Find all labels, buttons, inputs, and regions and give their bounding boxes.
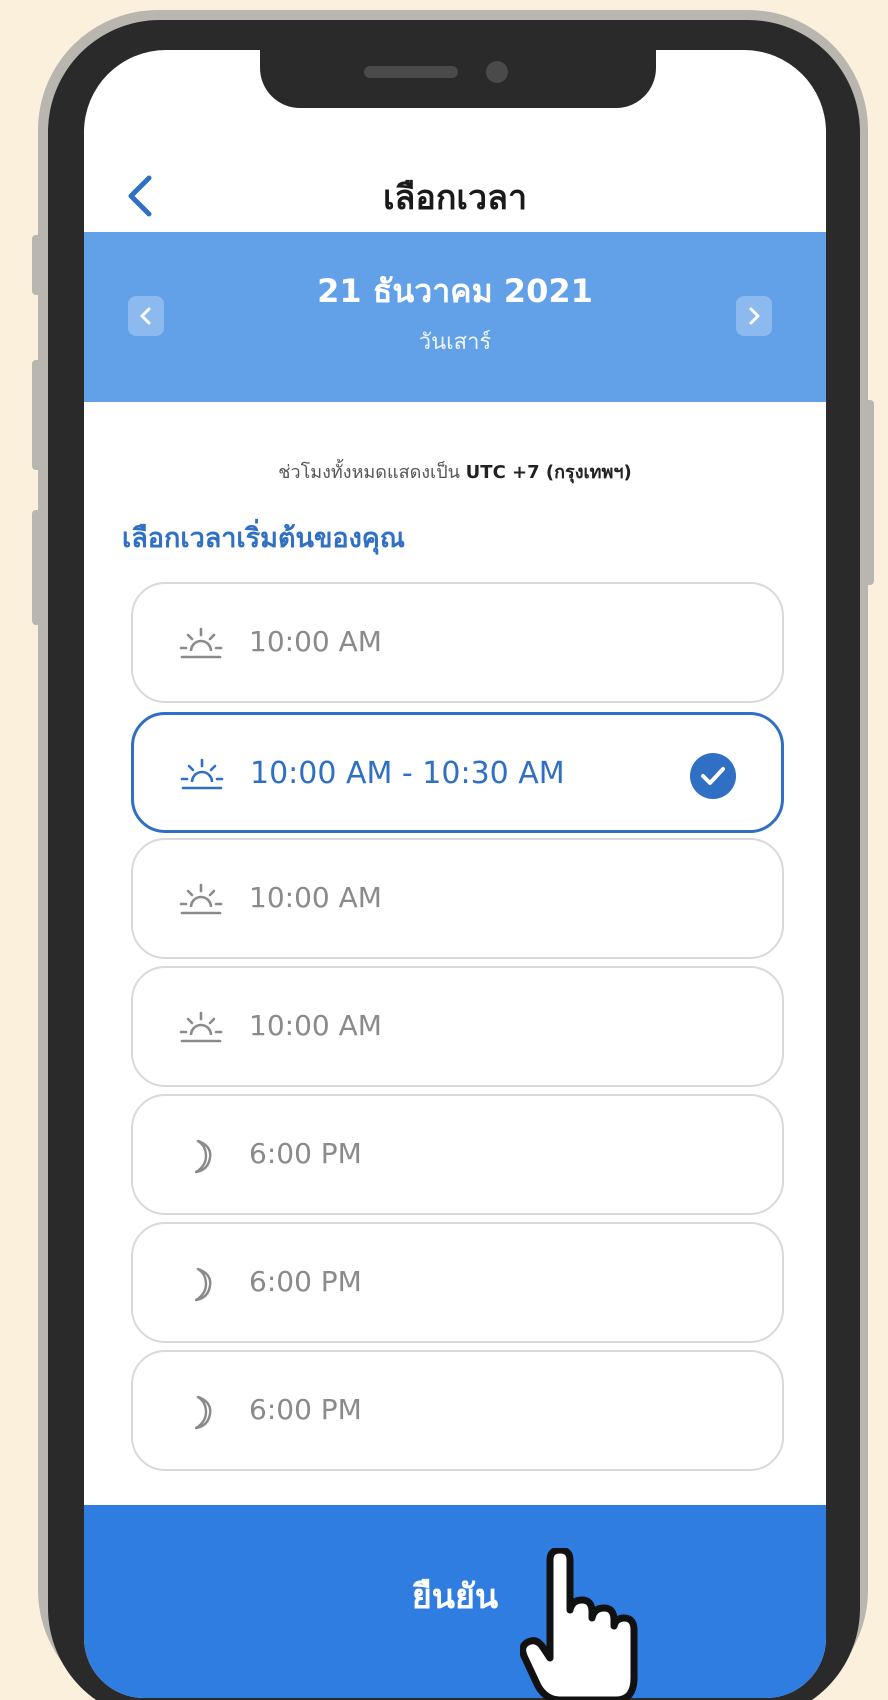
phone-side-button xyxy=(32,235,42,295)
time-slot[interactable]: 10:00 AM - 10:30 AM xyxy=(131,712,784,833)
timezone-value: UTC +7 (กรุงเทพฯ) xyxy=(465,462,632,483)
next-date-button[interactable] xyxy=(736,296,772,336)
date-selector: 21 ธันวาคม 2021 วันเสาร์ xyxy=(84,232,826,402)
pointer-hand-icon xyxy=(520,1548,638,1700)
moon-icon xyxy=(194,1267,212,1302)
timezone-note: ช่วโมงทั้งหมดแสดงเป็น UTC +7 (กรุงเทพฯ) xyxy=(84,457,826,486)
confirm-button-label: ยืนยัน xyxy=(411,1577,499,1617)
sunrise-icon xyxy=(179,1011,223,1043)
phone-side-button xyxy=(32,510,42,625)
sunrise-icon xyxy=(179,627,223,659)
phone-screen: เลือกเวลา 21 ธันวาคม 2021 วันเสาร์ ช่วโม… xyxy=(84,50,826,1698)
time-slot[interactable]: 6:00 PM xyxy=(131,1094,784,1215)
moon-icon xyxy=(194,1395,212,1430)
page-title: เลือกเวลา xyxy=(382,178,528,218)
time-slot[interactable]: 6:00 PM xyxy=(131,1350,784,1471)
selected-weekday: วันเสาร์ xyxy=(418,330,492,355)
confirm-button[interactable]: ยืนยัน xyxy=(84,1505,826,1698)
moon-icon xyxy=(194,1139,212,1174)
time-slot[interactable]: 10:00 AM xyxy=(131,582,784,703)
section-title: เลือกเวลาเริ่มต้นของคุณ xyxy=(122,523,405,554)
time-slot-label: 10:00 AM - 10:30 AM xyxy=(250,756,565,791)
selected-check-icon xyxy=(690,753,736,799)
speaker-grille xyxy=(364,66,458,78)
phone-side-button xyxy=(32,360,42,470)
time-slot[interactable]: 6:00 PM xyxy=(131,1222,784,1343)
time-slot-label: 6:00 PM xyxy=(249,1137,362,1170)
notch xyxy=(260,50,656,108)
nav-bar: เลือกเวลา xyxy=(84,160,826,234)
chevron-right-icon xyxy=(749,307,760,325)
front-camera xyxy=(486,61,508,83)
selected-date: 21 ธันวาคม 2021 xyxy=(317,272,593,310)
sunrise-icon xyxy=(179,883,223,915)
time-slot-label: 6:00 PM xyxy=(249,1265,362,1298)
time-slot-label: 10:00 AM xyxy=(249,625,382,658)
time-slot[interactable]: 10:00 AM xyxy=(131,838,784,959)
sunrise-icon xyxy=(180,758,224,790)
time-slot[interactable]: 10:00 AM xyxy=(131,966,784,1087)
time-slot-label: 10:00 AM xyxy=(249,1009,382,1042)
time-slot-label: 10:00 AM xyxy=(249,881,382,914)
time-slot-label: 6:00 PM xyxy=(249,1393,362,1426)
timezone-note-prefix: ช่วโมงทั้งหมดแสดงเป็น xyxy=(278,462,460,483)
phone-side-button xyxy=(862,400,874,585)
